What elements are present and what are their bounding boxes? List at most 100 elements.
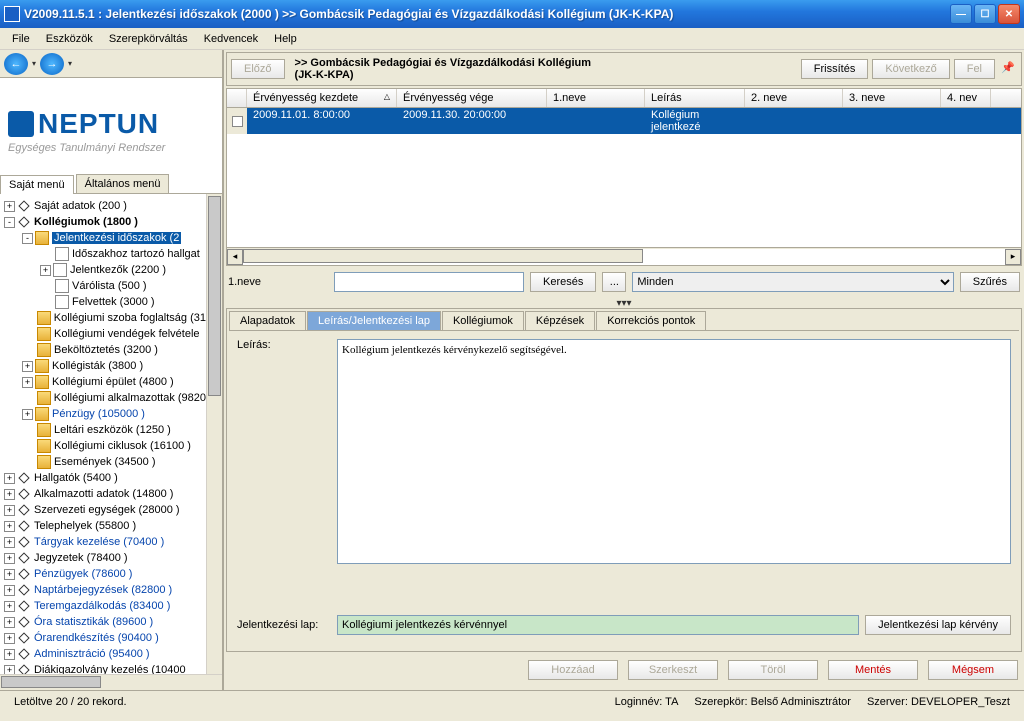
tree-item[interactable]: +Hallgatók (5400 ): [0, 470, 206, 486]
tab-kollegiumok[interactable]: Kollégiumok: [442, 311, 524, 330]
tree-toggle-icon[interactable]: [22, 457, 35, 468]
tree-item[interactable]: +Kollégiumi épület (4800 ): [0, 374, 206, 390]
leiras-textarea[interactable]: [337, 339, 1011, 564]
collapse-icon[interactable]: ▾▾▾: [616, 298, 631, 309]
tree-item[interactable]: +Telephelyek (55800 ): [0, 518, 206, 534]
tree-toggle-icon[interactable]: +: [22, 361, 33, 372]
grid-col-header[interactable]: 2. neve: [745, 89, 843, 107]
pin-icon[interactable]: 📌: [1001, 61, 1017, 77]
tree-item[interactable]: Beköltöztetés (3200 ): [0, 342, 206, 358]
grid-col-header[interactable]: 4. nev: [941, 89, 991, 107]
nav-forward-icon[interactable]: →: [40, 53, 64, 75]
filter-select[interactable]: Minden: [632, 272, 953, 292]
tree-item[interactable]: +Adminisztráció (95400 ): [0, 646, 206, 662]
edit-button[interactable]: Szerkeszt: [628, 660, 718, 680]
tree-item[interactable]: Várólista (500 ): [0, 278, 206, 294]
scroll-right-icon[interactable]: ▸: [1005, 249, 1021, 265]
delete-button[interactable]: Töröl: [728, 660, 818, 680]
minimize-button[interactable]: —: [950, 4, 972, 24]
tree-item[interactable]: -Kollégiumok (1800 ): [0, 214, 206, 230]
tab-korrekcios[interactable]: Korrekciós pontok: [596, 311, 706, 330]
grid-col-header[interactable]: Leírás: [645, 89, 745, 107]
tree-toggle-icon[interactable]: [40, 249, 53, 260]
prev-button[interactable]: Előző: [231, 59, 285, 79]
tree-toggle-icon[interactable]: +: [4, 201, 15, 212]
next-button[interactable]: Következő: [872, 59, 949, 79]
menu-roleswitch[interactable]: Szerepkörváltás: [101, 31, 196, 47]
tree-toggle-icon[interactable]: +: [4, 553, 15, 564]
tree-item[interactable]: +Naptárbejegyzések (82800 ): [0, 582, 206, 598]
tree-item[interactable]: +Diákigazolvány kezelés (10400: [0, 662, 206, 674]
nav-tree[interactable]: +Saját adatok (200 )-Kollégiumok (1800 )…: [0, 194, 206, 674]
tree-item[interactable]: +Tárgyak kezelése (70400 ): [0, 534, 206, 550]
tree-item[interactable]: +Teremgazdálkodás (83400 ): [0, 598, 206, 614]
tree-toggle-icon[interactable]: [22, 345, 35, 356]
grid-col-header[interactable]: 3. neve: [843, 89, 941, 107]
lap-kerveny-button[interactable]: Jelentkezési lap kérvény: [865, 615, 1011, 635]
tree-toggle-icon[interactable]: +: [4, 569, 15, 580]
tree-item[interactable]: Kollégiumi alkalmazottak (9820: [0, 390, 206, 406]
add-button[interactable]: Hozzáad: [528, 660, 618, 680]
save-button[interactable]: Mentés: [828, 660, 918, 680]
tree-toggle-icon[interactable]: +: [40, 265, 51, 276]
grid-col-header[interactable]: Érvényesség vége: [397, 89, 547, 107]
tree-item[interactable]: +Jelentkezők (2200 ): [0, 262, 206, 278]
maximize-button[interactable]: ☐: [974, 4, 996, 24]
tree-item[interactable]: +Szervezeti egységek (28000 ): [0, 502, 206, 518]
tree-toggle-icon[interactable]: [22, 393, 35, 404]
tree-toggle-icon[interactable]: [22, 441, 35, 452]
nav-back-drop-icon[interactable]: ▾: [32, 59, 36, 68]
tab-sajat-menu[interactable]: Saját menü: [0, 175, 74, 194]
tree-toggle-icon[interactable]: +: [4, 617, 15, 628]
tree-toggle-icon[interactable]: [22, 313, 35, 324]
tree-toggle-icon[interactable]: [40, 281, 53, 292]
tree-toggle-icon[interactable]: +: [22, 377, 33, 388]
tree-item[interactable]: +Alkalmazotti adatok (14800 ): [0, 486, 206, 502]
tree-item[interactable]: Kollégiumi ciklusok (16100 ): [0, 438, 206, 454]
tree-toggle-icon[interactable]: +: [4, 489, 15, 500]
tree-item[interactable]: +Kollégisták (3800 ): [0, 358, 206, 374]
tree-toggle-icon[interactable]: +: [4, 473, 15, 484]
tab-altalanos-menu[interactable]: Általános menü: [76, 174, 170, 193]
tree-item[interactable]: +Órarendkészítés (90400 ): [0, 630, 206, 646]
tree-toggle-icon[interactable]: +: [4, 505, 15, 516]
refresh-button[interactable]: Frissítés: [801, 59, 869, 79]
tree-toggle-icon[interactable]: +: [22, 409, 33, 420]
scroll-left-icon[interactable]: ◂: [227, 249, 243, 265]
tree-toggle-icon[interactable]: +: [4, 633, 15, 644]
grid-col-header[interactable]: Érvényesség kezdete △: [247, 89, 397, 107]
tree-item[interactable]: Kollégiumi szoba foglaltság (31: [0, 310, 206, 326]
menu-file[interactable]: File: [4, 31, 38, 47]
tree-item[interactable]: +Jegyzetek (78400 ): [0, 550, 206, 566]
tree-item[interactable]: +Óra statisztikák (89600 ): [0, 614, 206, 630]
search-button[interactable]: Keresés: [530, 272, 596, 292]
tree-toggle-icon[interactable]: [22, 425, 35, 436]
cancel-button[interactable]: Mégsem: [928, 660, 1018, 680]
tree-item[interactable]: Kollégiumi vendégek felvétele: [0, 326, 206, 342]
tree-item[interactable]: Időszakhoz tartozó hallgat: [0, 246, 206, 262]
grid-col-header[interactable]: 1.neve: [547, 89, 645, 107]
browse-button[interactable]: ...: [602, 272, 626, 292]
row-checkbox[interactable]: [232, 116, 243, 127]
menu-favorites[interactable]: Kedvencek: [196, 31, 266, 47]
filter-input[interactable]: [334, 272, 524, 292]
tree-toggle-icon[interactable]: +: [4, 585, 15, 596]
grid-col-header[interactable]: [227, 89, 247, 107]
grid-hscrollbar[interactable]: ◂ ▸: [227, 247, 1021, 265]
tree-toggle-icon[interactable]: -: [22, 233, 33, 244]
tab-leiras[interactable]: Leírás/Jelentkezési lap: [307, 311, 441, 330]
tree-toggle-icon[interactable]: +: [4, 665, 15, 675]
close-button[interactable]: ✕: [998, 4, 1020, 24]
tree-toggle-icon[interactable]: [22, 329, 35, 340]
up-button[interactable]: Fel: [954, 59, 995, 79]
tree-toggle-icon[interactable]: +: [4, 521, 15, 532]
tab-alapadatok[interactable]: Alapadatok: [229, 311, 306, 330]
nav-back-icon[interactable]: ←: [4, 53, 28, 75]
nav-forward-drop-icon[interactable]: ▾: [68, 59, 72, 68]
tree-toggle-icon[interactable]: +: [4, 537, 15, 548]
tree-toggle-icon[interactable]: -: [4, 217, 15, 228]
tree-item[interactable]: Események (34500 ): [0, 454, 206, 470]
filter-button[interactable]: Szűrés: [960, 272, 1020, 292]
tree-vscrollbar[interactable]: [206, 194, 222, 674]
tree-toggle-icon[interactable]: [40, 297, 53, 308]
